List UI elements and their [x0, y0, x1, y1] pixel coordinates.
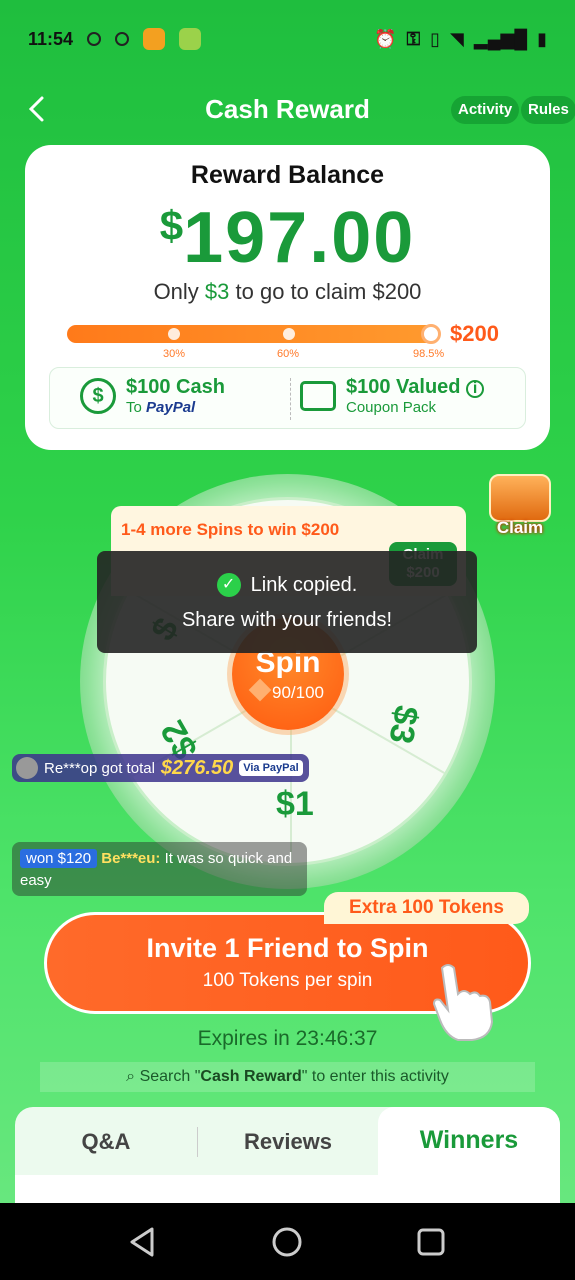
wheel-label-1: $1: [276, 785, 314, 823]
progress-target: $200: [450, 321, 499, 346]
signal-icon: ▂▄▆█: [473, 28, 528, 49]
ticker-won-badge: won $120: [20, 849, 98, 868]
coupon-reward-sub: Coupon Pack: [346, 399, 437, 416]
ticker-reviewer: Be***eu:: [101, 850, 161, 867]
content-tabs: Q&A Reviews Winners: [15, 1107, 560, 1203]
app-notification-icon: [143, 28, 166, 50]
spin-banner-text: 1-4 more Spins to win $200: [121, 520, 340, 539]
check-icon: ✓: [216, 573, 241, 597]
dollar-icon: $: [80, 378, 116, 414]
coupon-reward-title: $100 Valued: [346, 376, 461, 398]
balance-value: 197.00: [183, 198, 416, 278]
system-nav-bar: [0, 1203, 575, 1280]
ticker-user: Re***op got total: [44, 759, 155, 777]
tab-qa[interactable]: Q&A: [15, 1107, 197, 1175]
info-icon[interactable]: i: [466, 380, 485, 398]
activity-button[interactable]: Activity: [451, 96, 520, 124]
cash-reward-to: To: [126, 399, 147, 416]
ticker-via-paypal: Via PayPal: [239, 760, 303, 776]
balance-currency: $: [159, 202, 184, 249]
tab-reviews[interactable]: Reviews: [197, 1107, 379, 1175]
spin-tokens: 90/100: [272, 683, 324, 702]
avatar: [16, 757, 38, 779]
togo-suffix: to go to claim $200: [229, 279, 422, 304]
status-bar: 11:54 ⏰ ⚿ ▯ ◥ ▂▄▆█ ▮: [0, 0, 575, 78]
treasure-chest-icon: [489, 474, 551, 522]
progress-tick-30: [168, 328, 180, 340]
balance-amount: $197.00: [25, 197, 550, 279]
progress-tick-60: [283, 328, 295, 340]
toast-line1: Link copied.: [250, 573, 358, 596]
tick-label-30: 30%: [163, 348, 186, 360]
nav-recents-icon[interactable]: [414, 1225, 448, 1259]
progress-knob: [421, 324, 441, 344]
cash-reward-title: $100 Cash: [126, 376, 225, 398]
balance-card: Reward Balance $197.00 Only $3 to go to …: [25, 145, 550, 450]
toast-line2: Share with your friends!: [181, 609, 393, 631]
wheel-label-3: $3: [381, 702, 426, 747]
cash-reward[interactable]: $ $100 Cash To PayPal: [80, 376, 225, 416]
notification-icon: [87, 32, 102, 46]
paypal-logo: PayPal: [146, 399, 196, 416]
balance-title: Reward Balance: [190, 161, 385, 189]
nav-home-icon[interactable]: [270, 1225, 304, 1259]
progress-bar: [67, 324, 441, 344]
tab-content: [15, 1175, 560, 1203]
expires-timer: Expires in 23:46:37: [197, 1027, 378, 1050]
rules-button[interactable]: Rules: [521, 96, 575, 124]
togo-prefix: Only: [153, 279, 205, 304]
nav-back-icon[interactable]: [126, 1225, 160, 1259]
key-icon: ⚿: [406, 28, 421, 49]
tick-label-60: 60%: [277, 348, 300, 360]
tab-winners[interactable]: Winners: [378, 1107, 560, 1175]
treasure-chest-button[interactable]: Claim: [485, 470, 555, 540]
togo-amount: $3: [204, 279, 230, 304]
coupon-reward[interactable]: $100 Valued i Coupon Pack: [300, 376, 485, 416]
divider: [290, 378, 291, 420]
wifi-icon: ◥: [450, 28, 464, 49]
winner-ticker: Re***op got total $276.50 Via PayPal: [12, 754, 309, 782]
notification-icon-2: [115, 32, 130, 46]
status-time: 11:54: [28, 28, 74, 49]
vibrate-icon: ▯: [430, 28, 441, 49]
extra-tokens-badge: Extra 100 Tokens: [324, 892, 529, 924]
alarm-icon: ⏰: [374, 28, 397, 49]
search-hint-suffix: " to enter this activity: [301, 1068, 449, 1085]
search-hint: ⌕ Search "Cash Reward" to enter this act…: [40, 1062, 535, 1092]
togo-text: Only $3 to go to claim $200: [25, 279, 550, 305]
token-icon: [248, 678, 272, 702]
review-ticker: won $120 Be***eu: It was so quick and ea…: [12, 842, 307, 896]
header: Cash Reward Activity Rules: [0, 88, 575, 132]
android-icon: [179, 28, 202, 50]
battery-icon: ▮: [537, 28, 547, 49]
chest-claim-label: Claim: [496, 518, 544, 537]
coupon-icon: [300, 381, 336, 411]
search-hint-prefix: Search ": [139, 1068, 201, 1085]
search-icon: ⌕: [126, 1068, 136, 1085]
ticker-amount: $276.50: [160, 756, 234, 779]
toast-message: ✓ Link copied. Share with your friends!: [97, 551, 477, 653]
tick-label-985: 98.5%: [413, 348, 445, 360]
reward-options: $ $100 Cash To PayPal $100 Valued i Coup…: [49, 367, 526, 429]
search-hint-term: Cash Reward: [200, 1068, 302, 1085]
